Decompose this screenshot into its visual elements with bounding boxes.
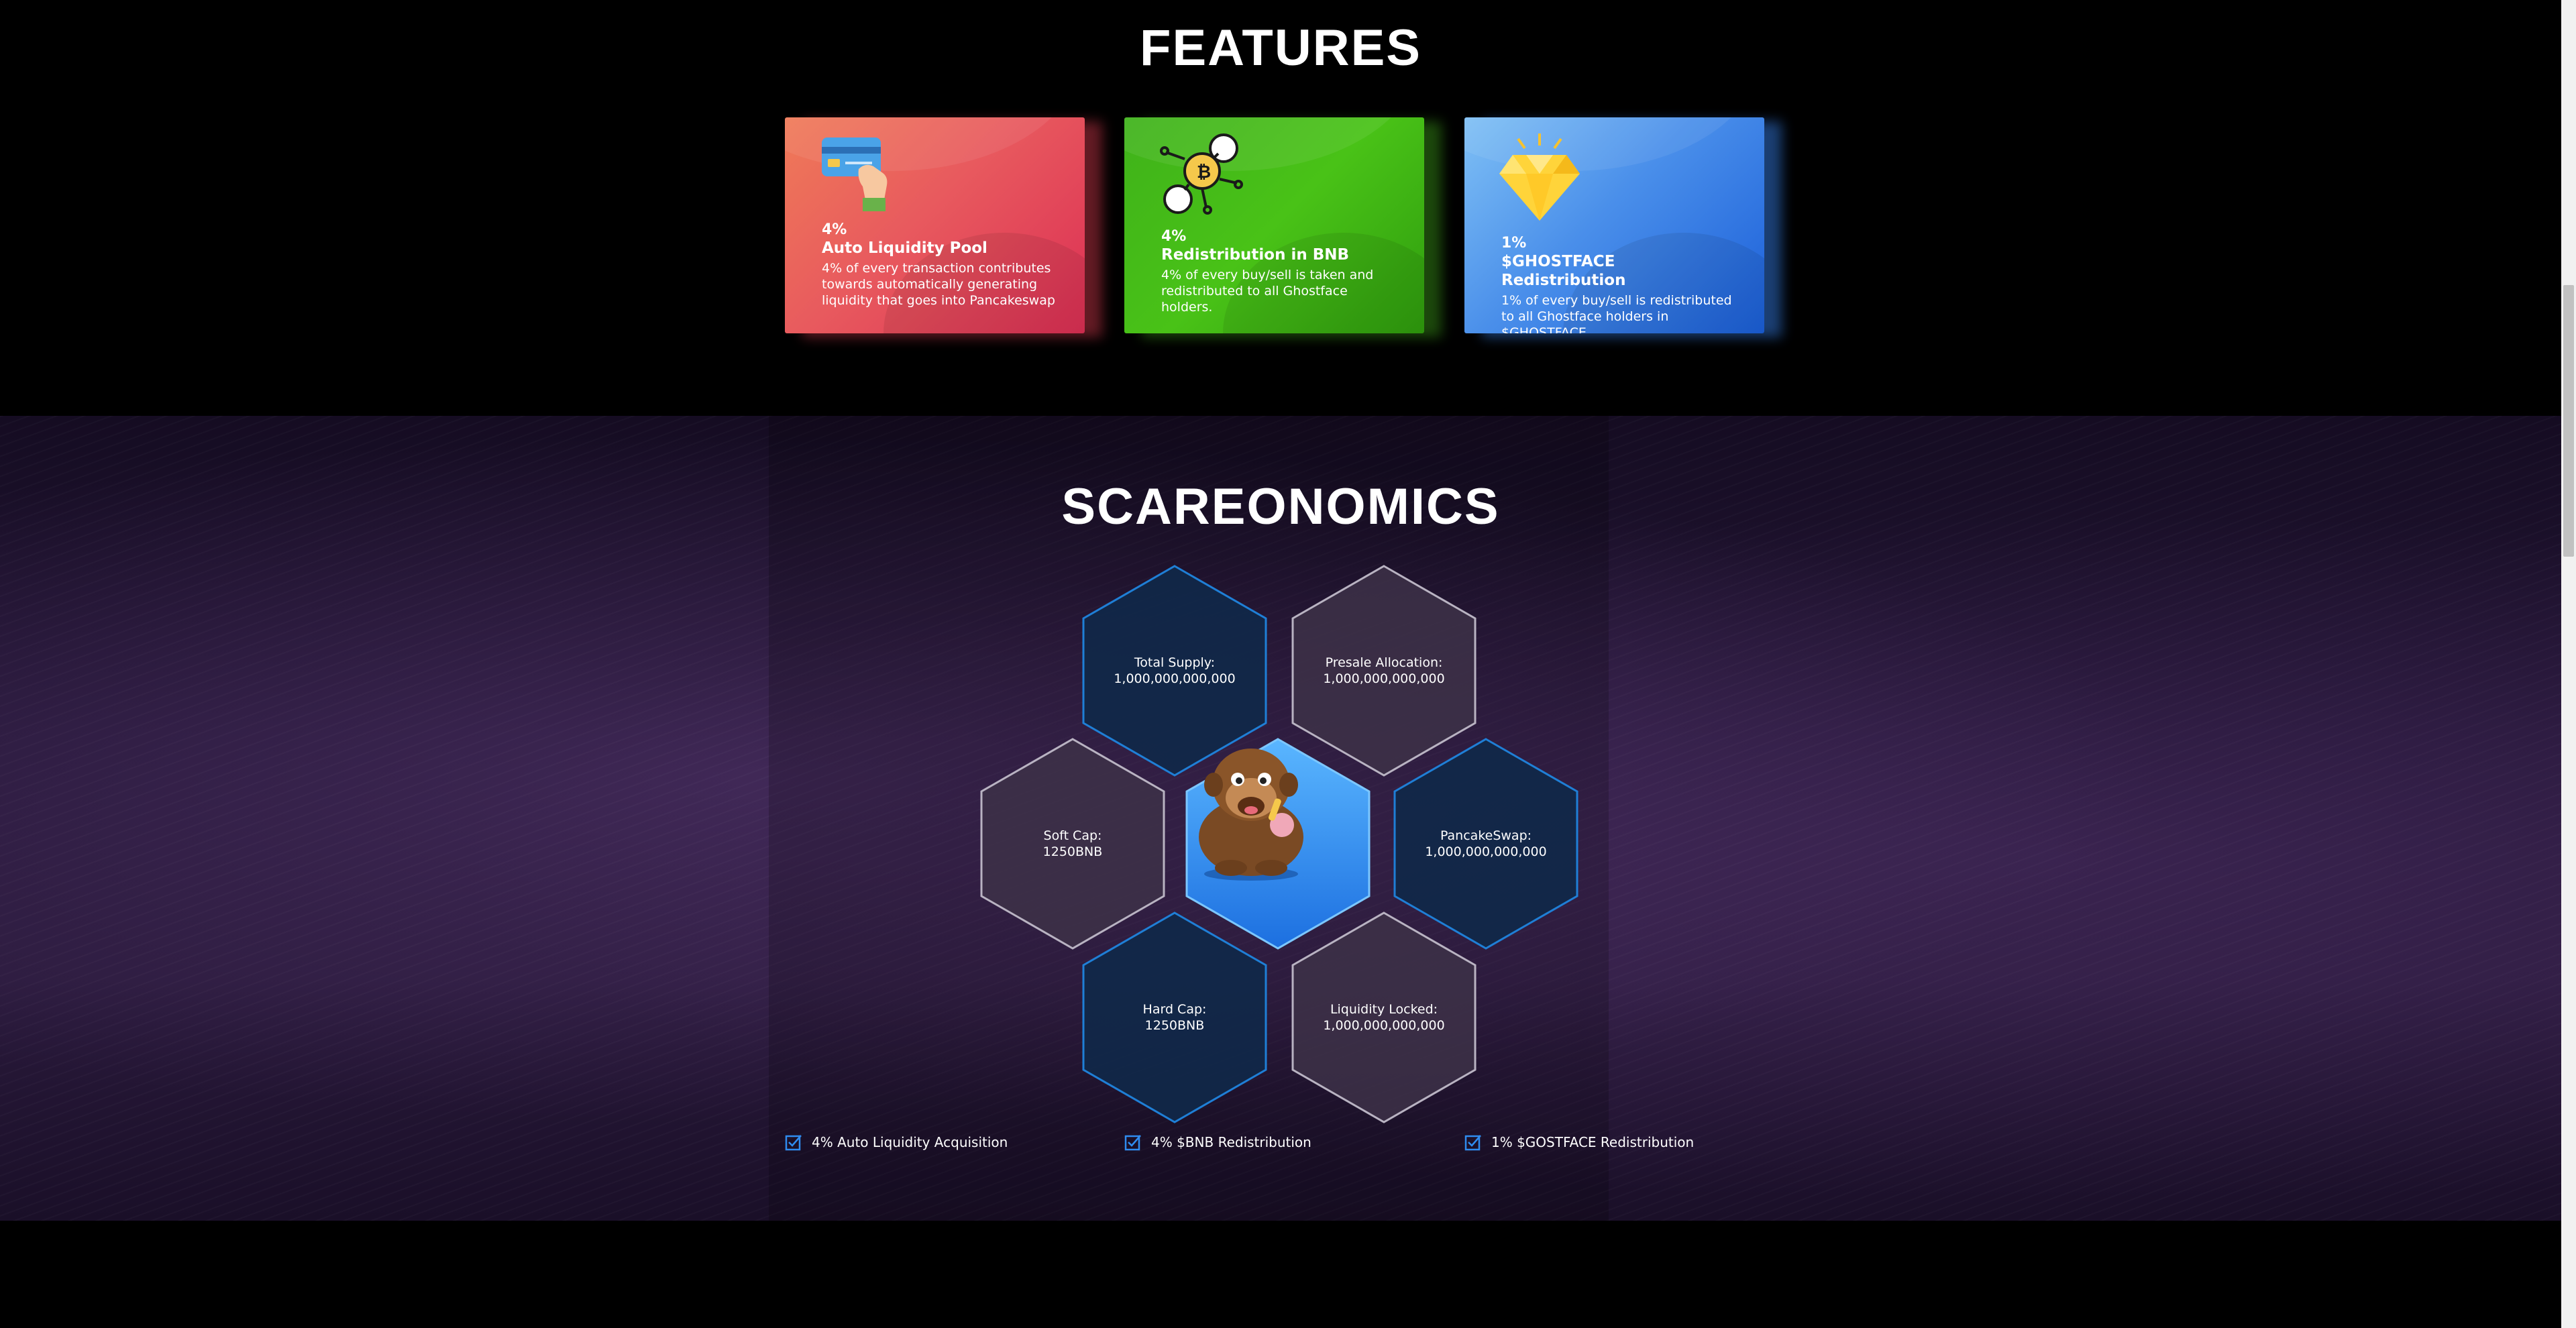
checkbox-checked-icon <box>1124 1135 1141 1151</box>
hex-label: Liquidity Locked: <box>1330 1002 1438 1017</box>
hex-liquidity-locked: Liquidity Locked: 1,000,000,000,000 <box>1290 910 1478 1125</box>
card-heading: Auto Liquidity Pool <box>822 239 987 257</box>
hex-value: 1,000,000,000,000 <box>1114 671 1236 686</box>
hex-value: 1250BNB <box>1042 844 1103 859</box>
checklist-item-ghostface: 1% $GOSTFACE Redistribution <box>1464 1132 1694 1152</box>
checkbox-checked-icon <box>1464 1135 1481 1151</box>
checklist-label: 4% $BNB Redistribution <box>1151 1134 1311 1150</box>
feature-card-bnb-redistribution: ₿ 4% Redistribution in BNB 4% of every b… <box>1124 117 1424 333</box>
feature-card-ghostface-redistribution: 1% $GHOSTFACE Redistribution 1% of every… <box>1464 117 1764 333</box>
hex-value: 1,000,000,000,000 <box>1323 1018 1445 1033</box>
card-heading: Redistribution in BNB <box>1161 246 1350 264</box>
hex-label: Soft Cap: <box>1043 828 1102 843</box>
card-heading: $GHOSTFACE Redistribution <box>1501 253 1626 289</box>
hex-label: Total Supply: <box>1134 655 1216 670</box>
hex-value: 1,000,000,000,000 <box>1323 671 1445 686</box>
page-scrollbar[interactable] <box>2561 0 2576 1328</box>
hex-value: 1250BNB <box>1144 1018 1205 1033</box>
card-description: 4% of every transaction contributes towa… <box>822 261 1055 308</box>
diamond-icon <box>1499 133 1580 221</box>
card-percent: 4% <box>1161 228 1187 245</box>
monkey-mascot-icon <box>1199 749 1303 881</box>
features-title: FEATURES <box>1140 19 1421 76</box>
svg-text:₿: ₿ <box>1197 162 1211 182</box>
card-percent: 1% <box>1501 235 1527 252</box>
hex-label: PancakeSwap: <box>1440 828 1532 843</box>
card-description: 4% of every buy/sell is taken and redist… <box>1161 268 1374 315</box>
crypto-coins-network-icon: ₿ <box>1160 133 1243 215</box>
checklist-item-bnb: 4% $BNB Redistribution <box>1124 1132 1311 1152</box>
scareonomics-title: SCAREONOMICS <box>1061 478 1500 535</box>
card-description: 1% of every buy/sell is redistributed to… <box>1501 293 1732 333</box>
checklist-label: 1% $GOSTFACE Redistribution <box>1491 1134 1695 1150</box>
hex-value: 1,000,000,000,000 <box>1425 844 1547 859</box>
scrollbar-thumb[interactable] <box>2563 285 2574 557</box>
checkbox-checked-icon <box>785 1135 802 1151</box>
hex-hard-cap: Hard Cap: 1250BNB <box>1081 910 1269 1125</box>
card-percent: 4% <box>822 221 847 238</box>
feature-card-auto-liquidity: 4% Auto Liquidity Pool 4% of every trans… <box>785 117 1085 333</box>
footer-band <box>0 1221 2561 1328</box>
hex-label: Presale Allocation: <box>1325 655 1443 670</box>
checklist-label: 4% Auto Liquidity Acquisition <box>812 1134 1008 1150</box>
credit-card-hand-icon <box>822 137 888 211</box>
checklist-item-liquidity: 4% Auto Liquidity Acquisition <box>785 1132 1008 1152</box>
hex-label: Hard Cap: <box>1142 1002 1207 1017</box>
